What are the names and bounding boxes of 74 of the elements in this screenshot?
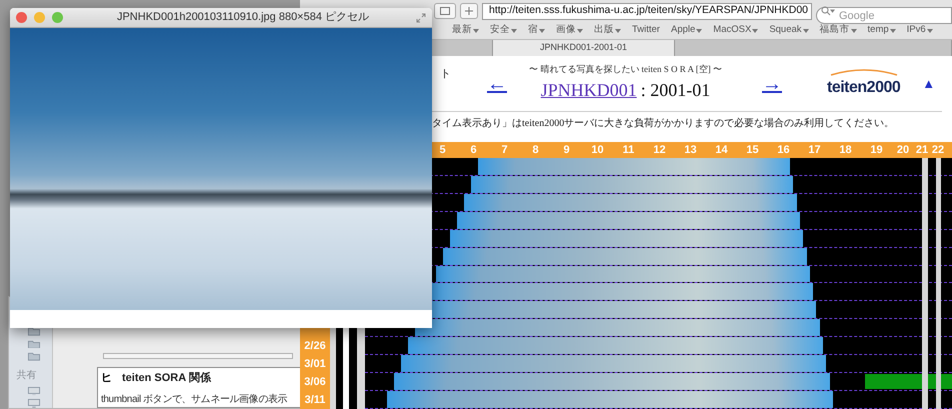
date-label: 3/11 [304,393,326,408]
fullscreen-icon[interactable] [416,12,426,22]
hour-label: 19 [869,143,884,158]
search-icon[interactable] [821,6,835,16]
computer-icon[interactable] [26,399,40,408]
date-label: 3/06 [303,375,327,390]
caret-icon[interactable] [926,28,933,32]
bookmark-link[interactable]: 画像 [556,23,576,38]
close-button[interactable] [16,12,27,23]
caret-icon[interactable] [850,28,857,32]
caret-icon[interactable] [890,28,896,32]
bookmark-link[interactable]: 福島市 [820,23,850,38]
hour-label: 18 [838,143,853,158]
bookmark-link[interactable]: Apple [670,23,696,38]
folder-icon[interactable] [26,340,40,348]
bookmark-link[interactable]: Twitter [632,23,660,38]
caret-icon[interactable] [539,28,545,32]
bookmark-link[interactable]: Squeak [769,23,802,38]
bookmark-link[interactable]: 最新 [452,23,472,38]
heading-text: ト [440,67,451,82]
bookmark-link[interactable]: 安全 [490,23,510,38]
hour-label: 16 [776,143,791,158]
hour-label: 7 [500,143,509,158]
hour-label: 12 [652,143,667,158]
station-link[interactable]: JPNHKD001 [540,76,637,104]
square-icon [440,7,450,15]
browser-tab[interactable]: JPNHKD001-2001-01 [493,40,675,56]
bookmark-link[interactable]: 宿 [528,23,538,38]
bookmark-link[interactable]: temp [868,23,889,38]
sidebar-button[interactable] [434,3,456,19]
bookmark-link[interactable]: IPv6 [906,23,926,38]
list-marker: ヒ [101,370,112,386]
document-text: thumbnail ボタンで、サムネール画像の表示 [101,392,288,407]
prev-arrow-link[interactable]: ← [487,68,507,98]
caret-icon[interactable] [473,28,479,32]
notice-text: タイム表示あり」はteiten2000サーバに大きな負荷がかかりますので必要な場合のみ利用してください。 [431,116,896,130]
hour-label: 13 [683,143,698,158]
caret-icon[interactable] [511,28,517,32]
sidebar-heading: 共有 [16,368,36,383]
arc-icon [828,68,899,76]
caret-icon[interactable] [615,28,621,32]
hour-label: 5 [438,143,447,158]
folder-icon[interactable] [26,352,40,361]
hour-label: 14 [714,143,729,158]
hour-label: 17 [807,143,822,158]
hour-label: 20 [896,143,910,158]
teiten-logo[interactable]: teiten2000 [827,68,900,100]
window-title: JPNHKD001h200103110910.jpg 880×584 ピクセル [116,10,370,26]
date-label: 3/01 [303,357,327,372]
caret-icon[interactable] [752,28,758,32]
bookmark-link[interactable]: MacOSX [713,23,752,38]
hour-label: 21 [914,143,930,158]
new-tab-button[interactable] [460,3,478,19]
plus-icon [465,7,473,15]
computer-icon[interactable] [26,386,40,396]
hour-label: 11 [622,143,636,158]
hour-label: 9 [562,143,571,158]
top-link[interactable]: ▲ [922,74,936,94]
search-field[interactable]: Google [816,7,952,24]
date-label: 2/26 [303,339,327,354]
hour-label: 22 [930,143,946,158]
caret-icon[interactable] [696,28,702,32]
caret-icon[interactable] [802,28,809,32]
period-text: : 2001-01 [640,78,710,102]
subtitle: 〜 晴れてる写真を探したい teiten S O R A [空] 〜 [529,63,722,76]
bookmark-link[interactable]: 出版 [594,23,614,38]
document-heading: teiten SORA 関係 [122,370,211,386]
hour-label: 6 [469,143,478,158]
hour-label: 10 [590,143,605,158]
caret-icon[interactable] [577,28,583,32]
next-arrow-link[interactable]: → [762,68,782,98]
text-field[interactable] [103,353,293,358]
hour-label: 8 [531,143,540,158]
hour-label: 15 [745,143,760,158]
